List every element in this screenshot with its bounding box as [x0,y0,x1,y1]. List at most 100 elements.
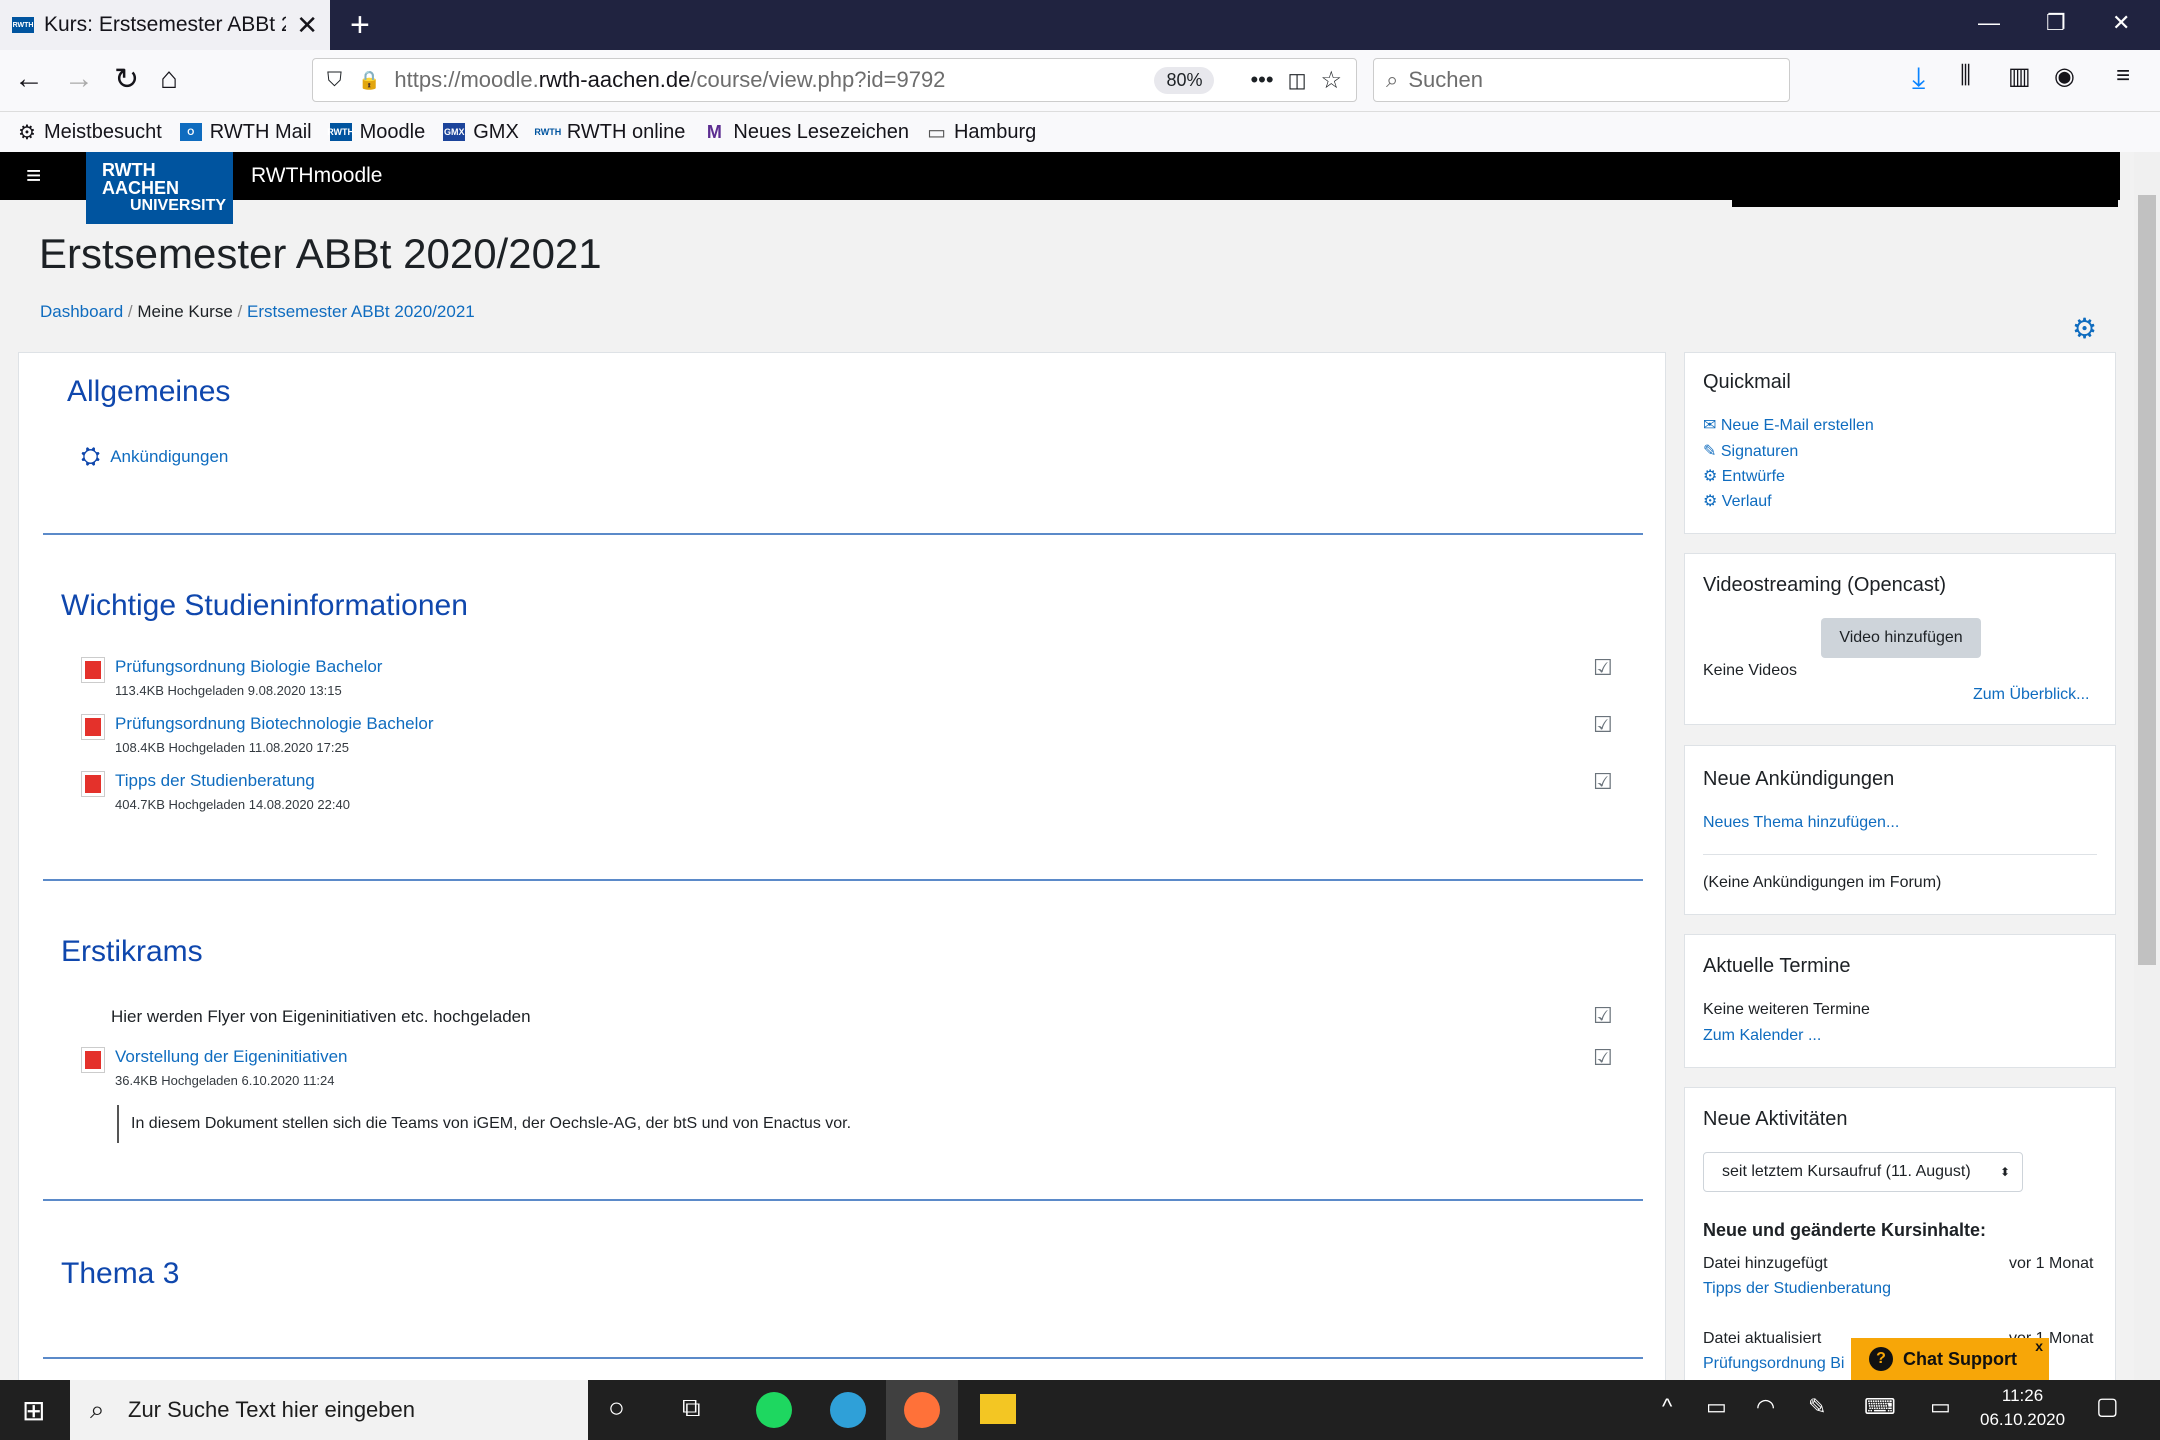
file-explorer-icon[interactable] [980,1394,1016,1424]
scrollbar-thumb[interactable] [2138,195,2156,965]
bookmark-gmx[interactable]: GMX GMX [443,121,519,144]
minimize-icon[interactable]: — [1978,10,2000,36]
new-tab-icon[interactable]: + [350,6,370,45]
resource-meta: 113.4KB Hochgeladen 9.08.2020 13:15 [115,683,342,698]
forum-link[interactable]: Ankündigungen [110,447,228,467]
resource-item[interactable]: Prüfungsordnung Biologie Bachelor 113.4KB… [81,657,382,698]
crumb-meine-kurse: Meine Kurse [137,302,233,321]
bookmark-rwth-online[interactable]: RWTH RWTH online [534,121,685,144]
completion-checkbox-icon[interactable]: ☑ [1593,1045,1613,1071]
resource-item[interactable]: Prüfungsordnung Biotechnologie Bachelor 1… [81,714,434,755]
zoom-indicator[interactable]: 80% [1154,66,1215,94]
add-topic-link[interactable]: Neues Thema hinzufügen... [1703,814,1899,832]
bookmarks-bar: ⚙ Meistbesucht O RWTH Mail RWTH Moodle GMX G… [0,112,2160,152]
rwth-logo[interactable]: RWTH AACHEN UNIVERSITY [86,152,233,224]
pocket-icon[interactable]: ◫ [1288,68,1307,93]
video-overview-link[interactable]: Zum Überblick... [1973,686,2089,704]
windows-start-icon[interactable]: ⊞ [22,1394,45,1427]
no-news-text: (Keine Ankündigungen im Forum) [1703,874,1942,891]
chat-support-button[interactable]: ? Chat Support x [1851,1338,2049,1380]
back-icon[interactable]: ← [14,62,44,96]
quickmail-drafts-link[interactable]: ⚙ Entwürfe [1703,466,1785,486]
browser-tab[interactable]: RWTH Kurs: Erstsemester ABBt 2020/2 ✕ [0,0,330,50]
crumb-course[interactable]: Erstsemester ABBt 2020/2021 [247,302,475,321]
download-icon[interactable]: ⤓ [1912,62,1925,96]
cortana-icon[interactable]: ○ [608,1392,625,1424]
resource-meta: 108.4KB Hochgeladen 11.08.2020 17:25 [115,740,349,755]
search-icon: ⌕ [1386,67,1399,92]
notifications-icon[interactable]: ▢ [2096,1392,2119,1421]
link-label: Entwürfe [1721,468,1785,485]
sidebar-icon[interactable]: ▥ [2008,62,2031,91]
hamburger-icon[interactable]: ≡ [26,160,41,191]
quickmail-signatures-link[interactable]: ✎ Signaturen [1703,441,1798,461]
forum-item[interactable]: ⛭ Ankündigungen [81,443,228,471]
activity-link[interactable]: Tipps der Studienberatung [1703,1280,1891,1298]
search-placeholder: Suchen [1408,67,1483,92]
resource-meta: 36.4KB Hochgeladen 6.10.2020 11:24 [115,1073,335,1088]
menu-icon[interactable]: ≡ [2116,62,2130,90]
bookmark-moodle[interactable]: RWTH Moodle [327,121,425,144]
task-view-icon[interactable]: ⧉ [682,1392,701,1424]
chat-label: Chat Support [1903,1348,2017,1369]
block-title: Videostreaming (Opencast) [1703,574,1947,596]
bookmark-hamburg[interactable]: ▭ Hamburg [927,120,1036,145]
restore-icon[interactable]: ❐ [2046,10,2066,36]
activity-link[interactable]: Prüfungsordnung Bi [1703,1355,1844,1373]
outlook-icon: O [179,123,202,141]
calendar-link[interactable]: Zum Kalender ... [1703,1027,1821,1045]
tray-chevron-icon[interactable]: ^ [1662,1394,1672,1420]
resource-link[interactable]: Tipps der Studienberatung [115,771,350,791]
search-input[interactable]: ⌕ Suchen [1373,58,1790,102]
section-divider [43,879,1643,881]
completion-checkbox-icon[interactable]: ☑ [1593,712,1613,738]
close-tab-icon[interactable]: ✕ [296,10,318,41]
display-icon[interactable]: ▭ [1930,1394,1951,1420]
gear-icon: ⚙ [18,121,36,144]
activity-period-select[interactable]: seit letztem Kursaufruf (11. August) ⬍ [1703,1152,2023,1192]
resource-link[interactable]: Prüfungsordnung Biologie Bachelor [115,657,382,677]
more-icon[interactable]: ••• [1250,67,1273,93]
bookmark-meistbesucht[interactable]: ⚙ Meistbesucht [18,120,162,145]
section-allgemeines: Allgemeines [67,375,1667,409]
account-icon[interactable]: ◉ [2054,62,2075,91]
resource-item[interactable]: Tipps der Studienberatung 404.7KB Hochgel… [81,771,350,812]
resource-link[interactable]: Prüfungsordnung Biotechnologie Bachelor [115,714,434,734]
crumb-dashboard[interactable]: Dashboard [40,302,123,321]
pen-icon[interactable]: ✎ [1808,1394,1826,1420]
spotify-icon[interactable] [756,1392,792,1428]
taskbar-search-placeholder: Zur Suche Text hier eingeben [128,1397,415,1422]
resource-link[interactable]: Vorstellung der Eigeninitiativen [115,1047,347,1067]
window-close-icon[interactable]: ✕ [2112,10,2130,36]
search-icon: ⌕ [90,1394,105,1424]
settings-gear-icon[interactable]: ⚙ [2072,312,2097,345]
completion-checkbox-icon[interactable]: ☑ [1593,769,1613,795]
completion-checkbox-icon[interactable]: ☑ [1593,1003,1613,1029]
taskbar-search[interactable]: ⌕ Zur Suche Text hier eingeben [70,1380,588,1440]
url-bar[interactable]: ⛉ 🔒 https://moodle. rwth-aachen.de/course… [312,58,1357,102]
no-events-text: Keine weiteren Termine [1703,1001,1870,1018]
quickmail-history-link[interactable]: ⚙ Verlauf [1703,491,1772,511]
bookmark-neues-lesezeichen[interactable]: M Neues Lesezeichen [703,121,909,144]
bookmark-star-icon[interactable]: ☆ [1320,66,1342,95]
no-videos-text: Keine Videos [1703,662,1797,679]
keyboard-icon[interactable]: ⌨ [1864,1394,1896,1420]
wifi-icon[interactable]: ◠ [1756,1394,1775,1420]
taskbar-clock[interactable]: 11:26 06.10.2020 [1980,1384,2065,1432]
user-menu[interactable] [1732,152,2118,207]
completion-checkbox-icon[interactable]: ☑ [1593,655,1613,681]
library-icon[interactable]: ⫼ [1960,62,1971,90]
bookmark-rwth-mail[interactable]: O RWTH Mail [179,121,312,144]
home-icon[interactable]: ⌂ [160,62,178,96]
url-domain: rwth-aachen.de [538,67,691,92]
forward-icon[interactable]: → [64,62,94,96]
edge-icon[interactable] [830,1392,866,1428]
quickmail-new-link[interactable]: ✉ Neue E-Mail erstellen [1703,415,1874,435]
resource-item[interactable]: Vorstellung der Eigeninitiativen 36.4KB H… [81,1047,347,1088]
battery-icon[interactable]: ▭ [1706,1394,1727,1420]
site-name[interactable]: RWTHmoodle [251,164,382,188]
chat-close-icon[interactable]: x [2035,1338,2043,1354]
video-add-button[interactable]: Video hinzufügen [1821,618,1981,658]
reload-icon[interactable]: ↻ [114,62,139,97]
browser-toolbar: ← → ↻ ⌂ ⛉ 🔒 https://moodle. rwth-aachen.d… [0,50,2160,112]
